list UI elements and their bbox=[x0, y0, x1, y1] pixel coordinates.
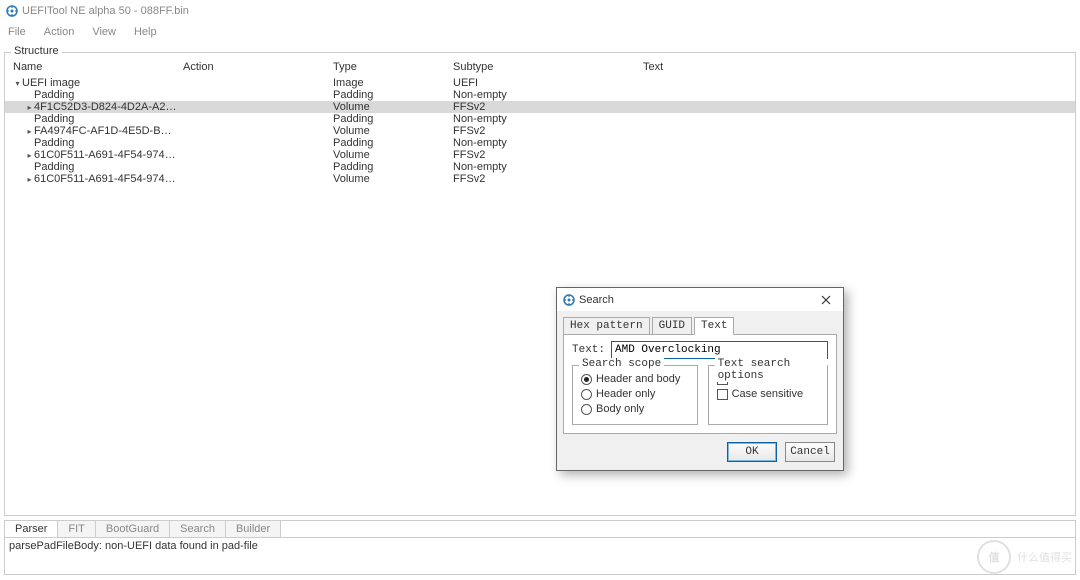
row-type: Volume bbox=[329, 149, 449, 161]
table-row[interactable]: PaddingPaddingNon-empty bbox=[5, 137, 1075, 149]
chevron-right-icon[interactable]: ▸ bbox=[25, 175, 34, 184]
row-name: 61C0F511-A691-4F54-974F… bbox=[34, 149, 179, 161]
tab-hex[interactable]: Hex pattern bbox=[563, 317, 650, 335]
row-type: Image bbox=[329, 77, 449, 89]
dialog-page-text: Text: Search scope Header and body Heade… bbox=[563, 334, 837, 434]
row-subtype: FFSv2 bbox=[449, 125, 639, 137]
row-type: Padding bbox=[329, 89, 449, 101]
row-type: Padding bbox=[329, 161, 449, 173]
text-label: Text: bbox=[572, 344, 605, 356]
tab-guid[interactable]: GUID bbox=[652, 317, 692, 335]
table-row[interactable]: ▸4F1C52D3-D824-4D2A-A2F0… VolumeFFSv2 bbox=[5, 101, 1075, 113]
row-subtype: Non-empty bbox=[449, 137, 639, 149]
tab-fit[interactable]: FIT bbox=[58, 521, 96, 537]
row-name: Padding bbox=[34, 137, 74, 149]
radio-icon bbox=[581, 374, 592, 385]
row-name: FA4974FC-AF1D-4E5D-BDC5… bbox=[34, 125, 179, 137]
chevron-right-icon[interactable]: ▸ bbox=[25, 127, 34, 136]
tab-search[interactable]: Search bbox=[170, 521, 226, 537]
row-subtype: Non-empty bbox=[449, 161, 639, 173]
table-row[interactable]: ▸61C0F511-A691-4F54-974F… VolumeFFSv2 bbox=[5, 173, 1075, 185]
window-title: UEFITool NE alpha 50 - 088FF.bin bbox=[22, 5, 189, 17]
radio-icon bbox=[581, 389, 592, 400]
row-type: Volume bbox=[329, 173, 449, 185]
row-name: Padding bbox=[34, 161, 74, 173]
col-text[interactable]: Text bbox=[639, 61, 1075, 73]
row-name: 61C0F511-A691-4F54-974F… bbox=[34, 173, 179, 185]
bottom-tabs: Parser FIT BootGuard Search Builder bbox=[4, 520, 1076, 537]
chevron-down-icon[interactable]: ▾ bbox=[13, 79, 22, 88]
row-type: Padding bbox=[329, 137, 449, 149]
scope-legend: Search scope bbox=[579, 358, 664, 370]
ok-button[interactable]: OK bbox=[727, 442, 777, 462]
cancel-button[interactable]: Cancel bbox=[785, 442, 835, 462]
structure-title: Structure bbox=[11, 45, 62, 57]
row-type: Volume bbox=[329, 101, 449, 113]
scope-body-only[interactable]: Body only bbox=[581, 403, 689, 415]
table-row[interactable]: PaddingPaddingNon-empty bbox=[5, 113, 1075, 125]
table-row[interactable]: PaddingPaddingNon-empty bbox=[5, 161, 1075, 173]
dialog-titlebar[interactable]: Search bbox=[557, 288, 843, 312]
chevron-right-icon[interactable]: ▸ bbox=[25, 151, 34, 160]
tab-text[interactable]: Text bbox=[694, 317, 734, 335]
row-name: Padding bbox=[34, 89, 74, 101]
table-row[interactable]: ▸FA4974FC-AF1D-4E5D-BDC5… VolumeFFSv2 bbox=[5, 125, 1075, 137]
row-subtype: UEFI bbox=[449, 77, 639, 89]
row-type: Volume bbox=[329, 125, 449, 137]
menu-view[interactable]: View bbox=[88, 26, 120, 38]
radio-icon bbox=[581, 404, 592, 415]
dialog-title: Search bbox=[579, 294, 614, 306]
structure-panel: Structure Name Action Type Subtype Text … bbox=[4, 52, 1076, 516]
menu-action[interactable]: Action bbox=[40, 26, 79, 38]
scope-header-and-body[interactable]: Header and body bbox=[581, 373, 689, 385]
tab-bootguard[interactable]: BootGuard bbox=[96, 521, 170, 537]
row-subtype: Non-empty bbox=[449, 89, 639, 101]
dialog-icon bbox=[563, 294, 575, 306]
watermark-icon: 值 bbox=[977, 540, 1011, 574]
col-type[interactable]: Type bbox=[329, 61, 449, 73]
row-name: 4F1C52D3-D824-4D2A-A2F0… bbox=[34, 101, 179, 113]
dialog-tabs: Hex pattern GUID Text bbox=[563, 317, 837, 335]
search-dialog: Search Hex pattern GUID Text Text: Searc… bbox=[556, 287, 844, 471]
row-subtype: FFSv2 bbox=[449, 173, 639, 185]
search-text-input[interactable] bbox=[611, 341, 828, 359]
opt-case-sensitive[interactable]: Case sensitive bbox=[717, 388, 819, 400]
close-icon[interactable] bbox=[815, 291, 837, 309]
tab-parser[interactable]: Parser bbox=[5, 521, 58, 537]
col-name[interactable]: Name bbox=[9, 61, 179, 73]
menu-bar: File Action View Help bbox=[0, 22, 1080, 42]
table-row[interactable]: ▾UEFI image ImageUEFI bbox=[5, 77, 1075, 89]
col-action[interactable]: Action bbox=[179, 61, 329, 73]
structure-tree[interactable]: Name Action Type Subtype Text ▾UEFI imag… bbox=[5, 57, 1075, 185]
col-subtype[interactable]: Subtype bbox=[449, 61, 639, 73]
opts-legend: Text search options bbox=[715, 358, 827, 382]
row-name: UEFI image bbox=[22, 77, 80, 89]
watermark: 值 什么值得买 bbox=[977, 540, 1072, 574]
table-row[interactable]: PaddingPaddingNon-empty bbox=[5, 89, 1075, 101]
title-bar: UEFITool NE alpha 50 - 088FF.bin bbox=[0, 0, 1080, 22]
checkbox-icon bbox=[717, 389, 728, 400]
row-name: Padding bbox=[34, 113, 74, 125]
message-line: parsePadFileBody: non-UEFI data found in… bbox=[9, 540, 1071, 552]
tree-header: Name Action Type Subtype Text bbox=[5, 57, 1075, 77]
watermark-text: 什么值得买 bbox=[1017, 549, 1072, 565]
menu-help[interactable]: Help bbox=[130, 26, 161, 38]
row-subtype: Non-empty bbox=[449, 113, 639, 125]
message-area[interactable]: parsePadFileBody: non-UEFI data found in… bbox=[4, 537, 1076, 575]
menu-file[interactable]: File bbox=[4, 26, 30, 38]
chevron-right-icon[interactable]: ▸ bbox=[25, 103, 34, 112]
row-subtype: FFSv2 bbox=[449, 101, 639, 113]
row-type: Padding bbox=[329, 113, 449, 125]
tab-builder[interactable]: Builder bbox=[226, 521, 281, 537]
table-row[interactable]: ▸61C0F511-A691-4F54-974F… VolumeFFSv2 bbox=[5, 149, 1075, 161]
scope-header-only[interactable]: Header only bbox=[581, 388, 689, 400]
row-subtype: FFSv2 bbox=[449, 149, 639, 161]
app-icon bbox=[6, 5, 18, 17]
